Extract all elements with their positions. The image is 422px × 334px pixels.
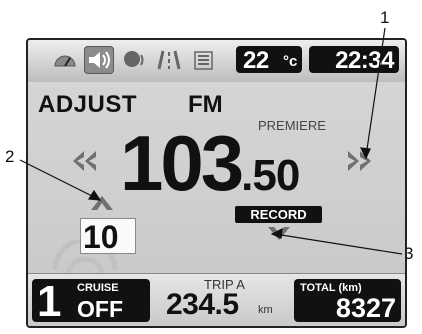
frequency-decimal: .50 <box>241 151 300 200</box>
tune-up-arrow-icon[interactable] <box>346 150 372 172</box>
trip-value: 234.5 <box>166 288 239 321</box>
bottom-info-bar: 1 CRUISE OFF TRIP A 234.5 km TOTAL (km) … <box>28 273 405 326</box>
gear-indicator: 1 <box>37 277 62 326</box>
tab-road[interactable] <box>154 46 184 74</box>
record-button[interactable]: RECORD <box>235 206 322 223</box>
top-icon-bar: 22 °c 22:34 <box>28 40 405 82</box>
tune-down-arrow-icon[interactable] <box>72 150 98 172</box>
frequency-display: 103.50 <box>120 124 300 202</box>
total-odometer: TOTAL (km) 8327 <box>294 279 401 323</box>
voice-icon <box>124 51 144 67</box>
total-value: 8327 <box>335 293 396 323</box>
tab-gauge[interactable] <box>50 46 80 74</box>
frequency-main: 103 <box>120 119 244 207</box>
display-panel: 22 °c 22:34 ADJUST FM PREMIERE 103.50 10… <box>26 38 407 328</box>
tab-list[interactable] <box>188 46 218 74</box>
cruise-state: OFF <box>77 296 123 322</box>
preset-number-box: 10 <box>80 218 136 255</box>
preset-up-arrow-icon[interactable] <box>90 193 114 211</box>
tab-audio[interactable] <box>84 46 114 74</box>
clock-value: 22:34 <box>335 47 394 74</box>
temperature-value: 22 <box>243 47 269 74</box>
speaker-icon <box>89 51 110 69</box>
tab-voice[interactable] <box>120 46 150 74</box>
list-icon <box>194 51 213 70</box>
callout-2: 2 <box>5 147 15 166</box>
cruise-display: 1 CRUISE OFF <box>32 277 150 326</box>
temperature-unit: °c <box>283 53 298 70</box>
road-icon <box>157 50 181 70</box>
record-down-arrow-icon[interactable] <box>267 226 291 242</box>
band-label: FM <box>188 91 223 118</box>
mode-label: ADJUST <box>38 91 138 118</box>
gauge-icon <box>54 55 76 67</box>
preset-number: 10 <box>83 219 119 255</box>
cruise-label: CRUISE <box>77 282 119 294</box>
callout-1: 1 <box>380 8 390 27</box>
clock-display: 22:34 <box>309 46 399 74</box>
temperature-display: 22 °c <box>236 46 302 74</box>
trip-unit: km <box>258 304 273 316</box>
